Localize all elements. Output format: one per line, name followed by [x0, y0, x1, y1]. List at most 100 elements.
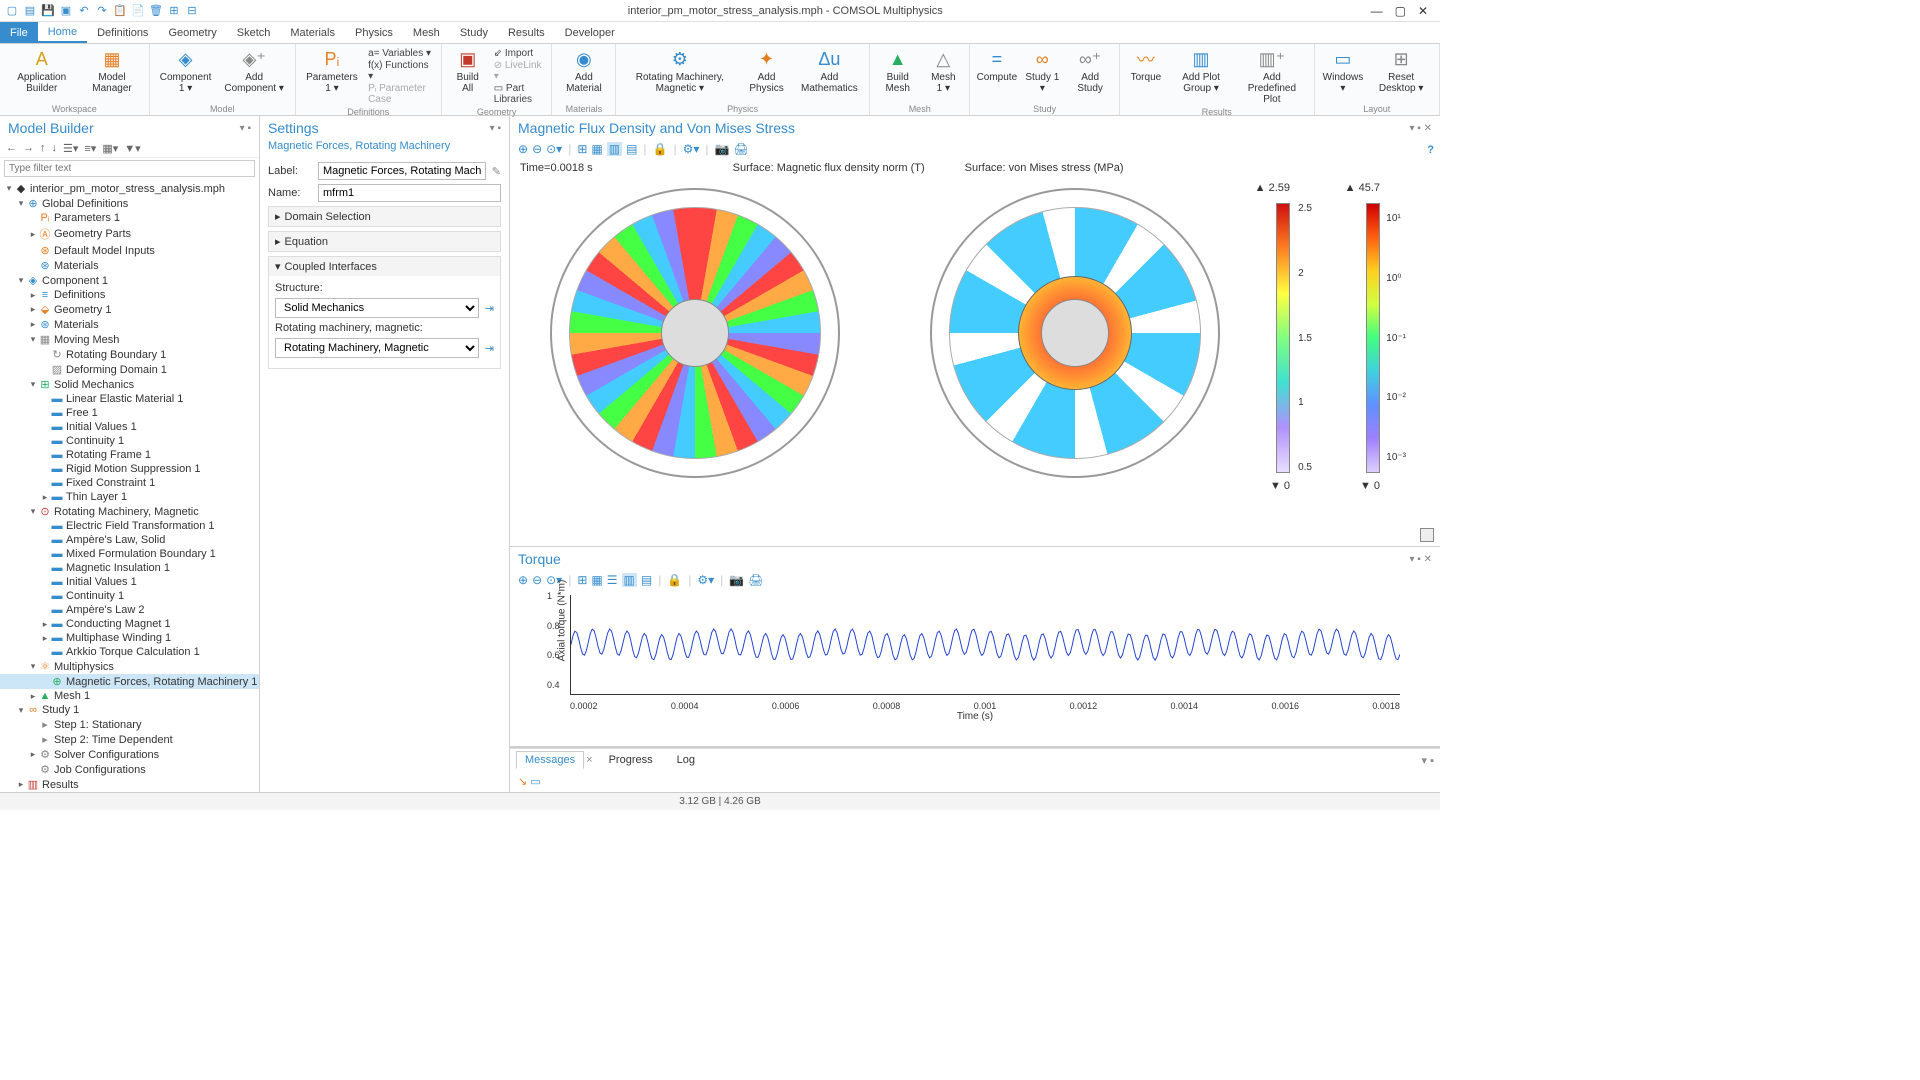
- view-icon[interactable]: ▤: [641, 573, 652, 587]
- tree-node[interactable]: Solid Mechanics: [54, 379, 134, 391]
- reset-desktop-button[interactable]: ⊞Reset Desktop ▾: [1369, 46, 1433, 96]
- tree-node[interactable]: Moving Mesh: [54, 334, 119, 346]
- qat-btn[interactable]: ▣: [58, 3, 74, 19]
- tab-messages[interactable]: Messages: [516, 751, 584, 769]
- panel-controls[interactable]: ▾ ▪ ✕: [1410, 123, 1433, 134]
- tree-node[interactable]: Materials: [54, 260, 99, 272]
- tab-file[interactable]: File: [0, 22, 38, 43]
- tree-node[interactable]: Continuity 1: [66, 435, 124, 447]
- qat-btn[interactable]: ↷: [94, 3, 110, 19]
- gear-icon[interactable]: ⚙▾: [697, 573, 714, 587]
- print-icon[interactable]: 🖨: [733, 142, 748, 156]
- tree-node[interactable]: Geometry Parts: [54, 228, 131, 240]
- view-icon[interactable]: ⊞: [577, 573, 587, 587]
- torque-plot-button[interactable]: 〰Torque: [1126, 46, 1166, 85]
- tree-node[interactable]: Mesh 1: [54, 690, 90, 702]
- tree-root[interactable]: interior_pm_motor_stress_analysis.mph: [30, 183, 225, 195]
- tree-node[interactable]: Ampère's Law, Solid: [66, 534, 165, 546]
- view-icon[interactable]: ☰: [607, 573, 618, 587]
- tree-node-selected[interactable]: Magnetic Forces, Rotating Machinery 1: [66, 676, 257, 688]
- tree-node[interactable]: Step 2: Time Dependent: [54, 734, 173, 746]
- zoom-out-icon[interactable]: ⊖: [532, 142, 542, 156]
- view-icon[interactable]: ▥: [607, 142, 622, 156]
- mb-view-icon[interactable]: ▦▾: [102, 142, 118, 155]
- tree-node[interactable]: Solver Configurations: [54, 749, 159, 761]
- mb-view-icon[interactable]: ≡▾: [84, 142, 96, 155]
- tab-physics[interactable]: Physics: [345, 22, 403, 43]
- name-input[interactable]: [318, 184, 501, 202]
- tree-node[interactable]: Rigid Motion Suppression 1: [66, 463, 201, 475]
- edit-icon[interactable]: ✎: [492, 165, 501, 178]
- view-icon[interactable]: ▦: [591, 142, 602, 156]
- mb-filter-icon[interactable]: ▼▾: [124, 142, 140, 155]
- windows-button[interactable]: ▭Windows ▾: [1321, 46, 1366, 96]
- mb-nav-icon[interactable]: ↓: [52, 142, 58, 155]
- functions-button[interactable]: f(x) Functions ▾: [368, 60, 433, 82]
- part-libraries-button[interactable]: ▭ Part Libraries: [494, 83, 544, 105]
- copy-icon[interactable]: ▭: [530, 776, 540, 788]
- study-1-button[interactable]: ∞Study 1 ▾: [1021, 46, 1063, 96]
- goto-icon[interactable]: ⇥: [485, 302, 494, 315]
- add-physics-button[interactable]: ✦Add Physics: [741, 46, 791, 96]
- tree-node[interactable]: Initial Values 1: [66, 421, 137, 433]
- lock-icon[interactable]: 🔒: [653, 142, 668, 156]
- qat-btn[interactable]: 📄: [130, 3, 146, 19]
- add-component-button[interactable]: ◈⁺Add Component ▾: [220, 46, 289, 96]
- zoom-out-icon[interactable]: ⊖: [532, 573, 542, 587]
- qat-btn[interactable]: ⊞: [166, 3, 182, 19]
- section-domain-selection[interactable]: ▸Domain Selection: [269, 207, 500, 226]
- tree-node[interactable]: Ampère's Law 2: [66, 604, 145, 616]
- minimize-button[interactable]: —: [1371, 4, 1383, 18]
- mb-nav-icon[interactable]: ←: [6, 142, 17, 155]
- zoom-in-icon[interactable]: ⊕: [518, 142, 528, 156]
- build-mesh-button[interactable]: ▲Build Mesh: [876, 46, 919, 96]
- tree-node[interactable]: Results: [42, 779, 79, 791]
- add-study-button[interactable]: ∞⁺Add Study: [1067, 46, 1113, 96]
- tree-node[interactable]: Multiphase Winding 1: [66, 632, 171, 644]
- tab-materials[interactable]: Materials: [280, 22, 345, 43]
- parameters-button[interactable]: PᵢParameters 1 ▾: [302, 46, 362, 96]
- tree-node[interactable]: Conducting Magnet 1: [66, 618, 171, 630]
- tree-node[interactable]: Arkkio Torque Calculation 1: [66, 646, 200, 658]
- tree-node[interactable]: Step 1: Stationary: [54, 719, 141, 731]
- tree-node[interactable]: Job Configurations: [54, 764, 146, 776]
- panel-controls[interactable]: ▾ ▪: [240, 123, 251, 134]
- view-icon[interactable]: ⊞: [577, 142, 587, 156]
- label-input[interactable]: [318, 162, 486, 180]
- tree-node[interactable]: Definitions: [54, 289, 105, 301]
- model-tree[interactable]: ▾◆interior_pm_motor_stress_analysis.mph …: [0, 179, 259, 792]
- axis-triad-icon[interactable]: [1420, 528, 1434, 542]
- goto-icon[interactable]: ⇥: [485, 342, 494, 355]
- livelink-button[interactable]: ⊘ LiveLink ▾: [494, 60, 544, 82]
- qat-btn[interactable]: ⊟: [184, 3, 200, 19]
- tree-node[interactable]: Electric Field Transformation 1: [66, 520, 215, 532]
- compute-button[interactable]: =Compute: [976, 46, 1017, 85]
- section-equation[interactable]: ▸Equation: [269, 232, 500, 251]
- qat-btn[interactable]: 🗑: [148, 3, 164, 19]
- camera-icon[interactable]: 📷: [729, 573, 744, 587]
- add-mathematics-button[interactable]: ΔuAdd Mathematics: [796, 46, 863, 96]
- qat-btn[interactable]: ▢: [4, 3, 20, 19]
- filter-input[interactable]: [4, 160, 255, 177]
- rotating-machinery-button[interactable]: ⚙Rotating Machinery, Magnetic ▾: [622, 46, 737, 96]
- tree-node[interactable]: Parameters 1: [54, 212, 120, 224]
- tree-node[interactable]: Continuity 1: [66, 590, 124, 602]
- add-plot-group-button[interactable]: ▥Add Plot Group ▾: [1170, 46, 1232, 96]
- close-button[interactable]: ✕: [1418, 4, 1428, 18]
- view-icon[interactable]: ▦: [591, 573, 602, 587]
- tree-node[interactable]: Rotating Frame 1: [66, 449, 151, 461]
- tree-node[interactable]: Magnetic Insulation 1: [66, 562, 170, 574]
- qat-btn[interactable]: 💾: [40, 3, 56, 19]
- parameter-case-button[interactable]: Pᵢ Parameter Case: [368, 83, 433, 105]
- tab-results[interactable]: Results: [498, 22, 555, 43]
- qat-btn[interactable]: ↶: [76, 3, 92, 19]
- zoom-extent-icon[interactable]: ⊙▾: [546, 142, 562, 156]
- tree-node[interactable]: Fixed Constraint 1: [66, 477, 155, 489]
- qat-btn[interactable]: 📋: [112, 3, 128, 19]
- tree-node[interactable]: Geometry 1: [54, 304, 111, 316]
- tree-node[interactable]: Default Model Inputs: [54, 245, 155, 257]
- tree-node[interactable]: Initial Values 1: [66, 576, 137, 588]
- tab-mesh[interactable]: Mesh: [403, 22, 450, 43]
- section-coupled-interfaces[interactable]: ▾Coupled Interfaces: [269, 257, 500, 276]
- tab-developer[interactable]: Developer: [555, 22, 625, 43]
